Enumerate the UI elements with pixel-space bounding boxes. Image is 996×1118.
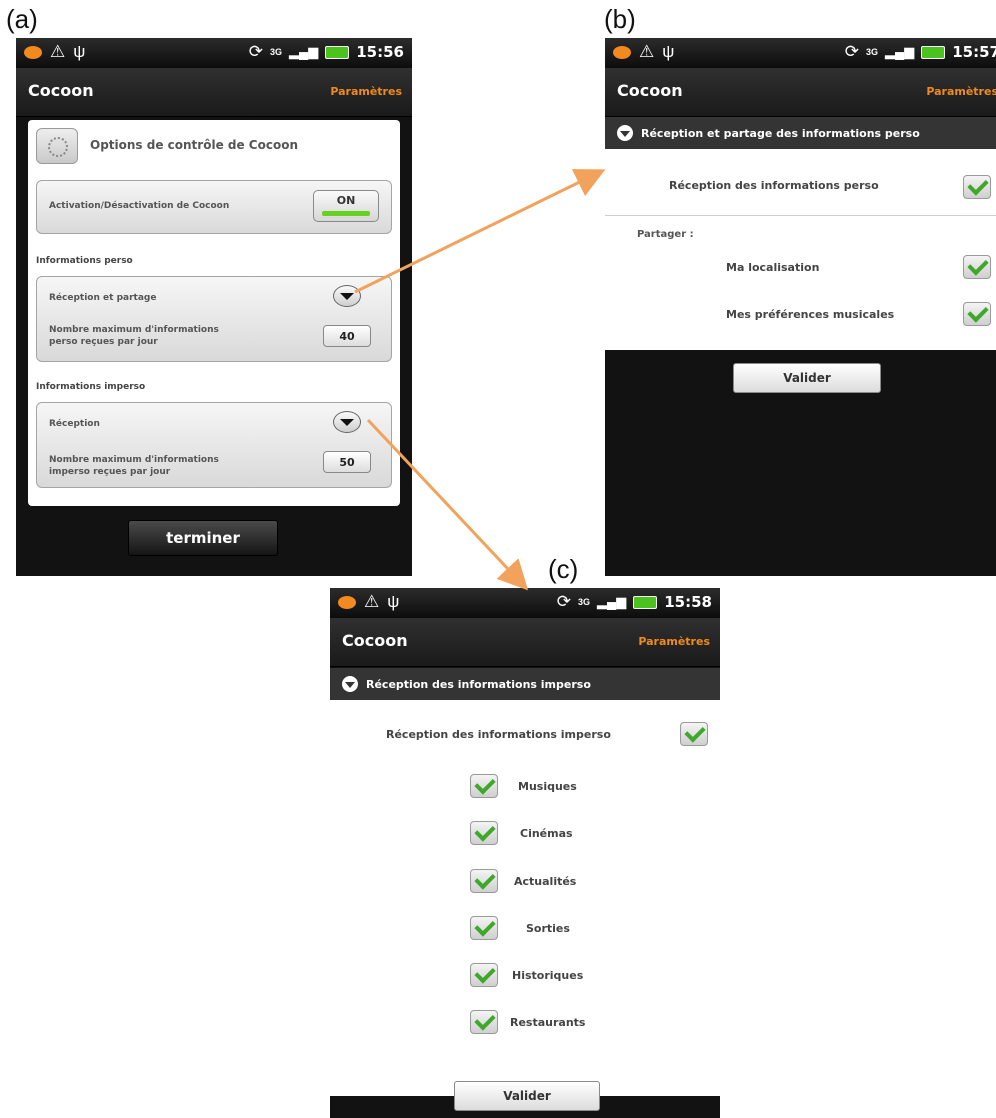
arrow-to-screen-b [354,169,606,294]
connector-arrows [354,169,606,591]
arrow-to-screen-c [366,418,529,591]
